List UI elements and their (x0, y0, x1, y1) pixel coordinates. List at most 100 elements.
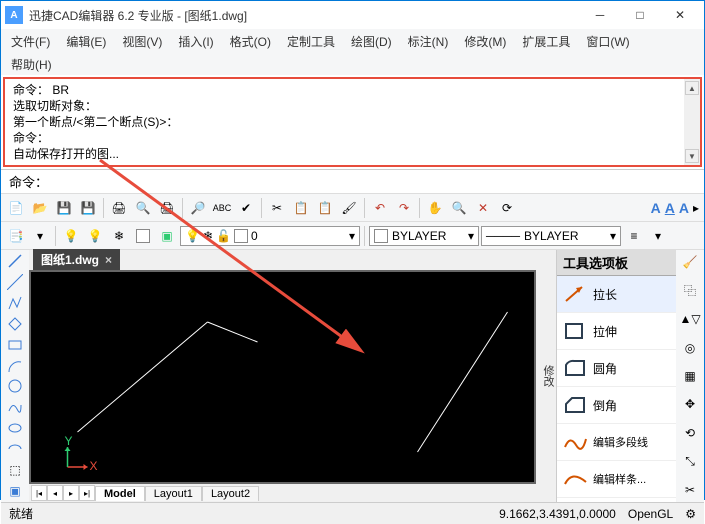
palette-item-lengthen[interactable]: 拉长 (557, 276, 676, 313)
menu-file[interactable]: 文件(F) (5, 31, 56, 52)
menu-format[interactable]: 格式(O) (224, 31, 277, 52)
xline-icon[interactable] (4, 273, 26, 292)
current-layer-icon[interactable]: ▣ (156, 225, 178, 247)
block-icon[interactable]: ▣ (4, 481, 26, 500)
open-icon[interactable]: 📂 (29, 197, 51, 219)
file-tabs: 图纸1.dwg× (29, 250, 536, 270)
check-icon[interactable]: ✔ (235, 197, 257, 219)
linetype-combo[interactable]: ────BYLAYER▾ (481, 226, 621, 246)
bulb-off-icon[interactable]: 💡 (84, 225, 106, 247)
ellipse-icon[interactable] (4, 419, 26, 438)
tab-layout1[interactable]: Layout1 (145, 486, 202, 501)
saveall-icon[interactable]: 💾 (77, 197, 99, 219)
menu-draw[interactable]: 绘图(D) (345, 31, 398, 52)
tab-prev-icon[interactable]: ◂ (47, 485, 63, 501)
menu-ext[interactable]: 扩展工具 (516, 31, 576, 52)
text-more-icon[interactable]: ▸ (692, 197, 700, 219)
scroll-up-icon[interactable]: ▲ (685, 81, 699, 95)
command-input[interactable]: 命令： (1, 169, 704, 193)
tab-next-icon[interactable]: ▸ (63, 485, 79, 501)
menubar: 文件(F) 编辑(E) 视图(V) 插入(I) 格式(O) 定制工具 绘图(D)… (1, 29, 704, 53)
color-box-icon[interactable] (132, 225, 154, 247)
paste-icon[interactable]: 📋 (314, 197, 336, 219)
ellipsearc-icon[interactable] (4, 439, 26, 458)
lineweight-icon[interactable]: ≡ (623, 225, 645, 247)
insert-icon[interactable]: ⬚ (4, 460, 26, 479)
regen-icon[interactable]: ⟳ (496, 197, 518, 219)
print-icon[interactable]: 🖨 (108, 197, 130, 219)
text-style-a[interactable]: A (650, 197, 662, 219)
palette-item-stretch[interactable]: 拉伸 (557, 313, 676, 350)
text-style-a2[interactable]: A (678, 197, 690, 219)
line-icon[interactable] (4, 252, 26, 271)
maximize-button[interactable]: □ (620, 1, 660, 29)
matchprop-icon[interactable]: 🖌 (338, 197, 360, 219)
color-combo[interactable]: BYLAYER▾ (369, 226, 479, 246)
save-icon[interactable]: 💾 (53, 197, 75, 219)
palette-item-splineedit[interactable]: 编辑样条... (557, 461, 676, 498)
copy2-icon[interactable]: ⿻ (679, 280, 701, 300)
copy-icon[interactable]: 📋 (290, 197, 312, 219)
array-icon[interactable]: ▦ (679, 366, 701, 386)
more-icon[interactable]: ▾ (647, 225, 669, 247)
pline-icon[interactable] (4, 294, 26, 313)
layer-dd-icon[interactable]: ▾ (29, 225, 51, 247)
menu-edit[interactable]: 编辑(E) (60, 31, 112, 52)
tab-layout2[interactable]: Layout2 (202, 486, 259, 501)
mirror-icon[interactable]: ▲▽ (679, 309, 701, 329)
file-tab[interactable]: 图纸1.dwg× (33, 249, 120, 270)
menu-help[interactable]: 帮助(H) (5, 54, 58, 75)
chamfer-icon (561, 393, 589, 417)
tab-model[interactable]: Model (95, 486, 145, 501)
preview-icon[interactable]: 🔍 (132, 197, 154, 219)
window-title: 迅捷CAD编辑器 6.2 专业版 - [图纸1.dwg] (29, 7, 580, 24)
palette-tab[interactable]: 修改 (540, 365, 556, 387)
menu-custom[interactable]: 定制工具 (281, 31, 341, 52)
circle-icon[interactable] (4, 377, 26, 396)
offset-icon[interactable]: ◎ (679, 337, 701, 357)
menu-dim[interactable]: 标注(N) (402, 31, 455, 52)
drawing-canvas[interactable]: X Y (29, 270, 536, 484)
erase-icon[interactable]: 🧹 (679, 252, 701, 272)
menu-modify[interactable]: 修改(M) (458, 31, 512, 52)
palette-item-chamfer[interactable]: 倒角 (557, 387, 676, 424)
scale-icon[interactable]: ⤡ (679, 451, 701, 471)
layer-combo[interactable]: 💡❄🔓0▾ (180, 226, 360, 246)
polygon-icon[interactable] (4, 314, 26, 333)
scroll-down-icon[interactable]: ▼ (685, 149, 699, 163)
bulb-on-icon[interactable]: 💡 (60, 225, 82, 247)
close-tab-icon[interactable]: × (105, 253, 112, 267)
spline-icon[interactable] (4, 398, 26, 417)
tab-first-icon[interactable]: |◂ (31, 485, 47, 501)
menu-window[interactable]: 窗口(W) (580, 31, 635, 52)
zoom-icon[interactable]: 🔍 (448, 197, 470, 219)
redo-icon[interactable]: ↷ (393, 197, 415, 219)
cut-icon[interactable]: ✂ (266, 197, 288, 219)
pan-icon[interactable]: ✋ (424, 197, 446, 219)
spell-icon[interactable]: ABC (211, 197, 233, 219)
minimize-button[interactable]: ─ (580, 1, 620, 29)
tab-last-icon[interactable]: ▸| (79, 485, 95, 501)
menu-insert[interactable]: 插入(I) (172, 31, 219, 52)
arc-icon[interactable] (4, 356, 26, 375)
trim-icon[interactable]: ✂ (679, 480, 701, 500)
new-icon[interactable]: 📄 (5, 197, 27, 219)
layer-mgr-icon[interactable]: 📑 (5, 225, 27, 247)
cmd-scrollbar[interactable]: ▲ ▼ (684, 79, 700, 165)
palette-item-pedit[interactable]: 编辑多段线 (557, 424, 676, 461)
text-style-au[interactable]: A (664, 197, 676, 219)
rect-icon[interactable] (4, 335, 26, 354)
delete-icon[interactable]: ✕ (472, 197, 494, 219)
status-settings-icon[interactable]: ⚙ (685, 507, 696, 521)
close-button[interactable]: ✕ (660, 1, 700, 29)
find-icon[interactable]: 🔎 (187, 197, 209, 219)
freeze-icon[interactable]: ❄ (108, 225, 130, 247)
modify-toolbar: 🧹 ⿻ ▲▽ ◎ ▦ ✥ ⟲ ⤡ ✂ (676, 250, 704, 502)
move-icon[interactable]: ✥ (679, 394, 701, 414)
palette-item-fillet[interactable]: 圆角 (557, 350, 676, 387)
rotate-icon[interactable]: ⟲ (679, 423, 701, 443)
menu-view[interactable]: 视图(V) (116, 31, 168, 52)
plot-icon[interactable]: 🖨 (156, 197, 178, 219)
palette-title: 工具选项板 (557, 250, 676, 276)
undo-icon[interactable]: ↶ (369, 197, 391, 219)
